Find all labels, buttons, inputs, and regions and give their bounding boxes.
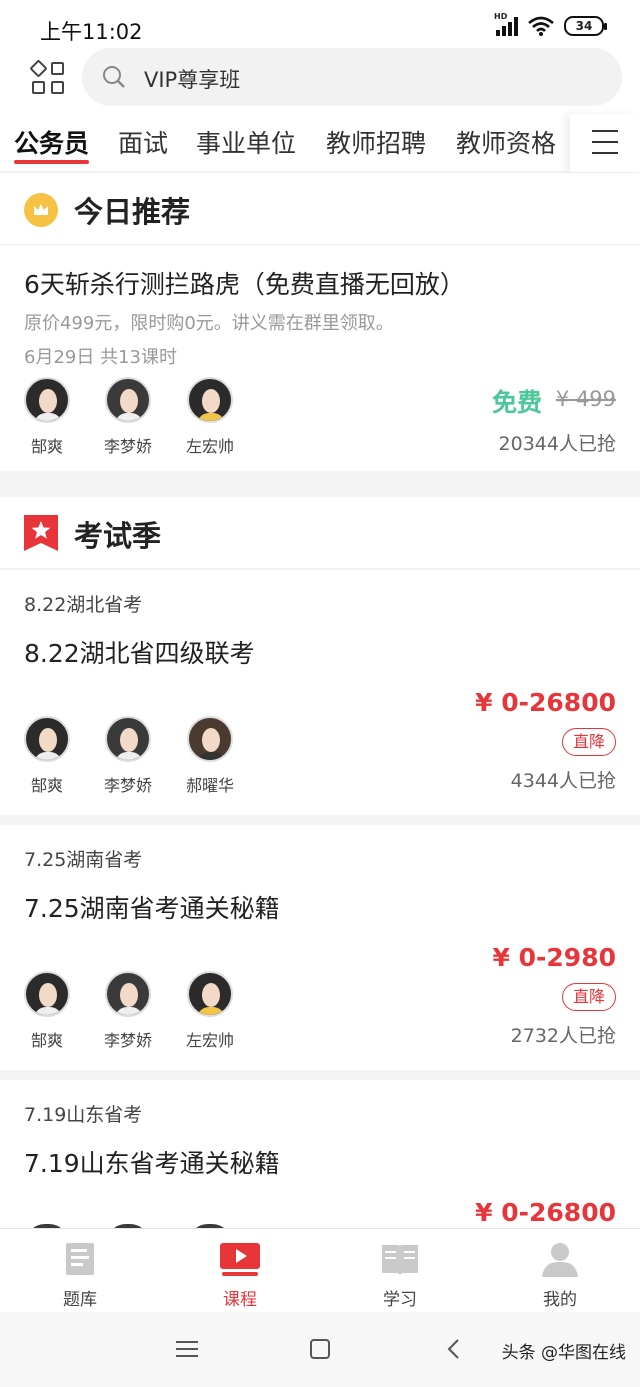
nav-label: 题库 (63, 1290, 97, 1310)
purchase-count: 2732人已抢 (510, 1025, 616, 1047)
course-title: 6天斩杀行测拦路虎（免费直播无回放） (24, 270, 465, 299)
nav-study[interactable]: 学习 (320, 1229, 480, 1313)
today-section-title: 今日推荐 (74, 195, 191, 229)
nav-label: 我的 (543, 1290, 577, 1310)
exam-section-title: 考试季 (74, 519, 162, 553)
avatar (187, 971, 233, 1017)
exam-course-card[interactable]: 7.25湖南省考 7.25湖南省考通关秘籍 郜爽 李梦娇 左宏帅 ¥ 0-298… (0, 825, 640, 1070)
status-time: 上午11:02 (40, 20, 143, 44)
nav-question-bank[interactable]: 题库 (0, 1229, 160, 1313)
nav-profile[interactable]: 我的 (480, 1229, 640, 1313)
category-tabs: 公务员 面试 事业单位 教师招聘 教师资格 (0, 114, 640, 172)
back-icon[interactable] (446, 1338, 460, 1360)
teacher-avatar[interactable]: 郜爽 (17, 716, 77, 796)
search-bar[interactable]: VIP尊享班 (82, 48, 622, 106)
teacher-avatar[interactable]: 左宏帅 (180, 377, 240, 457)
avatar (187, 377, 233, 423)
home-icon[interactable] (310, 1339, 330, 1359)
exam-subtitle: 8.22湖北省考 (24, 594, 143, 616)
avatar (24, 971, 70, 1017)
teacher-avatar[interactable]: 郜爽 (17, 377, 77, 457)
teacher-name: 郜爽 (30, 1031, 63, 1050)
avatar (105, 971, 151, 1017)
cell-signal-icon: HD (494, 12, 518, 36)
today-section-header: 今日推荐 (0, 173, 640, 245)
price-range: ¥ 0-26800 (475, 688, 616, 717)
course-title: 7.19山东省考通关秘籍 (24, 1149, 280, 1178)
nav-courses[interactable]: 课程 (160, 1229, 320, 1313)
avatar (105, 716, 151, 762)
nav-label: 学习 (383, 1290, 417, 1310)
system-navigation-bar: 头条 @华图在线 (0, 1312, 640, 1387)
today-course-card[interactable]: 6天斩杀行测拦路虎（免费直播无回放） 原价499元，限时购0元。讲义需在群里领取… (0, 245, 640, 471)
star-bookmark-icon (24, 515, 58, 551)
network-type-label: HD (494, 12, 508, 21)
teacher-name: 郝曜华 (185, 776, 234, 795)
teacher-name: 李梦娇 (103, 1031, 152, 1050)
book-icon (382, 1245, 418, 1275)
header: VIP尊享班 (0, 48, 640, 114)
purchase-count: 4344人已抢 (510, 770, 616, 792)
teacher-avatar[interactable]: 左宏帅 (180, 971, 240, 1051)
course-title: 8.22湖北省四级联考 (24, 639, 255, 668)
course-description: 原价499元，限时购0元。讲义需在群里领取。 (24, 313, 394, 334)
menu-icon[interactable] (176, 1340, 198, 1358)
crown-icon (24, 193, 58, 227)
course-meta: 6月29日 共13课时 (24, 347, 177, 368)
exam-subtitle: 7.19山东省考 (24, 1104, 143, 1126)
teacher-name: 左宏帅 (185, 437, 234, 456)
price-range: ¥ 0-2980 (492, 943, 616, 972)
wifi-icon (528, 16, 554, 36)
teacher-avatar[interactable]: 郜爽 (17, 971, 77, 1051)
exam-subtitle: 7.25湖南省考 (24, 849, 143, 871)
price-range: ¥ 0-26800 (475, 1198, 616, 1227)
tab-teacher-qualification[interactable]: 教师资格 (456, 124, 556, 160)
teacher-avatar[interactable]: 李梦娇 (98, 377, 158, 457)
price-free: 免费 (491, 388, 542, 417)
exam-course-card[interactable]: 8.22湖北省考 8.22湖北省四级联考 郜爽 李梦娇 郝曜华 ¥ 0-2680… (0, 570, 640, 815)
original-price: ¥ 499 (555, 387, 616, 411)
course-title: 7.25湖南省考通关秘籍 (24, 894, 280, 923)
teacher-avatar[interactable]: 李梦娇 (98, 971, 158, 1051)
search-icon (103, 66, 125, 88)
tab-interview[interactable]: 面试 (118, 124, 168, 160)
avatar (24, 377, 70, 423)
category-grid-icon[interactable] (29, 59, 66, 96)
search-placeholder: VIP尊享班 (144, 68, 241, 92)
teacher-name: 左宏帅 (185, 1031, 234, 1050)
watermark-text: 头条 @华图在线 (501, 1343, 626, 1363)
tab-civil-servant[interactable]: 公务员 (14, 124, 90, 164)
price-drop-badge: 直降 (562, 983, 616, 1011)
nav-label: 课程 (223, 1290, 257, 1310)
price-drop-badge: 直降 (562, 728, 616, 756)
battery-icon: 34 (564, 16, 607, 36)
avatar (187, 716, 233, 762)
teacher-name: 李梦娇 (103, 776, 152, 795)
avatar (105, 377, 151, 423)
purchase-count: 20344人已抢 (498, 433, 616, 455)
teacher-avatar[interactable]: 李梦娇 (98, 716, 158, 796)
tab-public-institution[interactable]: 事业单位 (196, 124, 296, 160)
bottom-navigation: 题库 课程 学习 我的 (0, 1228, 640, 1312)
teacher-name: 李梦娇 (103, 437, 152, 456)
exam-course-card[interactable]: 7.19山东省考 7.19山东省考通关秘籍 ¥ 0-26800 (0, 1080, 640, 1228)
question-bank-icon (66, 1243, 94, 1275)
status-icons: HD 34 (494, 12, 607, 36)
teacher-avatar[interactable]: 郝曜华 (180, 716, 240, 796)
course-play-icon (220, 1243, 260, 1276)
tabs-menu-button[interactable] (570, 114, 640, 172)
teacher-name: 郜爽 (30, 437, 63, 456)
profile-icon (542, 1243, 578, 1277)
tab-teacher-recruitment[interactable]: 教师招聘 (326, 124, 426, 160)
exam-section-header: 考试季 (0, 497, 640, 569)
teacher-name: 郜爽 (30, 776, 63, 795)
avatar (24, 716, 70, 762)
